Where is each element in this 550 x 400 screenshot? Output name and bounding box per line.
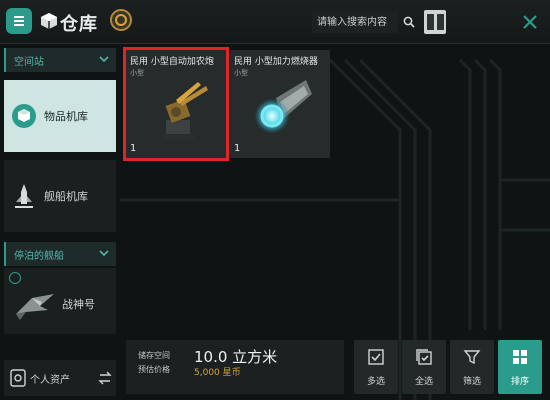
afterburner-icon xyxy=(254,80,312,134)
sidebar-item-label: 物品机库 xyxy=(44,110,88,123)
assets-label: 个人资产 xyxy=(30,375,70,386)
chevron-down-icon xyxy=(99,250,109,257)
menu-icon xyxy=(14,16,24,26)
group-header-label: 空间站 xyxy=(14,57,44,68)
item-type: 小型 xyxy=(130,69,144,77)
switch-arrows-icon xyxy=(98,371,112,385)
currency-icon[interactable] xyxy=(109,8,133,32)
action-label: 排序 xyxy=(510,377,529,387)
search-button[interactable] xyxy=(400,11,418,33)
storage-space-label: 储存空间 xyxy=(138,351,170,360)
select-all-button[interactable]: 全选 xyxy=(402,340,446,394)
multi-select-button[interactable]: 多选 xyxy=(354,340,398,394)
top-bar: 仓库 xyxy=(0,0,550,44)
group-header-space-station[interactable]: 空间站 xyxy=(4,48,116,72)
estimated-value-label: 预估价格 xyxy=(138,365,170,374)
sidebar-item-ship-hangar[interactable]: 舰船机库 xyxy=(4,160,116,232)
search-input[interactable] xyxy=(312,11,398,33)
sidebar: 空间站 物品机库 舰船机库 停泊的舰船 战神号 个人资产 xyxy=(4,48,116,396)
group-header-docked-ships[interactable]: 停泊的舰船 xyxy=(4,242,116,266)
sidebar-item-item-hangar[interactable]: 物品机库 xyxy=(4,80,116,152)
chevron-down-icon xyxy=(99,56,109,63)
personal-assets-button[interactable]: 个人资产 xyxy=(4,360,116,396)
close-icon xyxy=(523,15,537,29)
action-label: 筛选 xyxy=(462,377,481,387)
sidebar-item-label: 舰船机库 xyxy=(44,190,88,203)
sort-icon xyxy=(513,350,527,364)
action-label: 多选 xyxy=(366,377,385,387)
ship-icon xyxy=(16,294,54,320)
item-type: 小型 xyxy=(234,69,248,77)
item-card[interactable]: 民用 小型自动加农炮 小型 1 xyxy=(123,47,229,161)
select-all-icon xyxy=(416,349,432,365)
page-title: 仓库 xyxy=(60,14,98,35)
assets-icon xyxy=(10,369,26,387)
warehouse-cube-icon xyxy=(41,13,57,29)
ship-name: 战神号 xyxy=(62,298,95,311)
ship-status-icon xyxy=(9,272,21,284)
item-name: 民用 小型自动加农炮 xyxy=(130,57,214,67)
item-card[interactable]: 民用 小型加力燃烧器 小型 1 xyxy=(230,50,330,158)
autocannon-icon xyxy=(162,82,208,140)
list-view-icon xyxy=(436,14,444,30)
group-header-label: 停泊的舰船 xyxy=(14,251,64,262)
sort-button[interactable]: 排序 xyxy=(498,340,542,394)
action-label: 全选 xyxy=(414,377,433,387)
storage-summary: 储存空间 预估价格 10.0 立方米 5,000 星币 xyxy=(126,340,344,394)
item-name: 民用 小型加力燃烧器 xyxy=(234,57,318,67)
ship-hangar-icon xyxy=(10,176,38,216)
multi-select-icon xyxy=(368,349,384,365)
search-icon xyxy=(403,16,415,28)
close-button[interactable] xyxy=(518,10,542,34)
warehouse-icon xyxy=(10,96,38,136)
menu-button[interactable] xyxy=(6,8,32,34)
sidebar-item-ship[interactable]: 战神号 xyxy=(4,268,116,334)
estimated-value: 5,000 星币 xyxy=(194,368,241,378)
storage-space-value: 10.0 立方米 xyxy=(194,348,278,366)
filter-icon xyxy=(463,350,481,365)
view-mode-toggle[interactable] xyxy=(424,10,446,34)
item-quantity: 1 xyxy=(130,143,137,154)
item-quantity: 1 xyxy=(234,143,241,154)
grid-view-icon xyxy=(426,14,434,30)
filter-button[interactable]: 筛选 xyxy=(450,340,494,394)
